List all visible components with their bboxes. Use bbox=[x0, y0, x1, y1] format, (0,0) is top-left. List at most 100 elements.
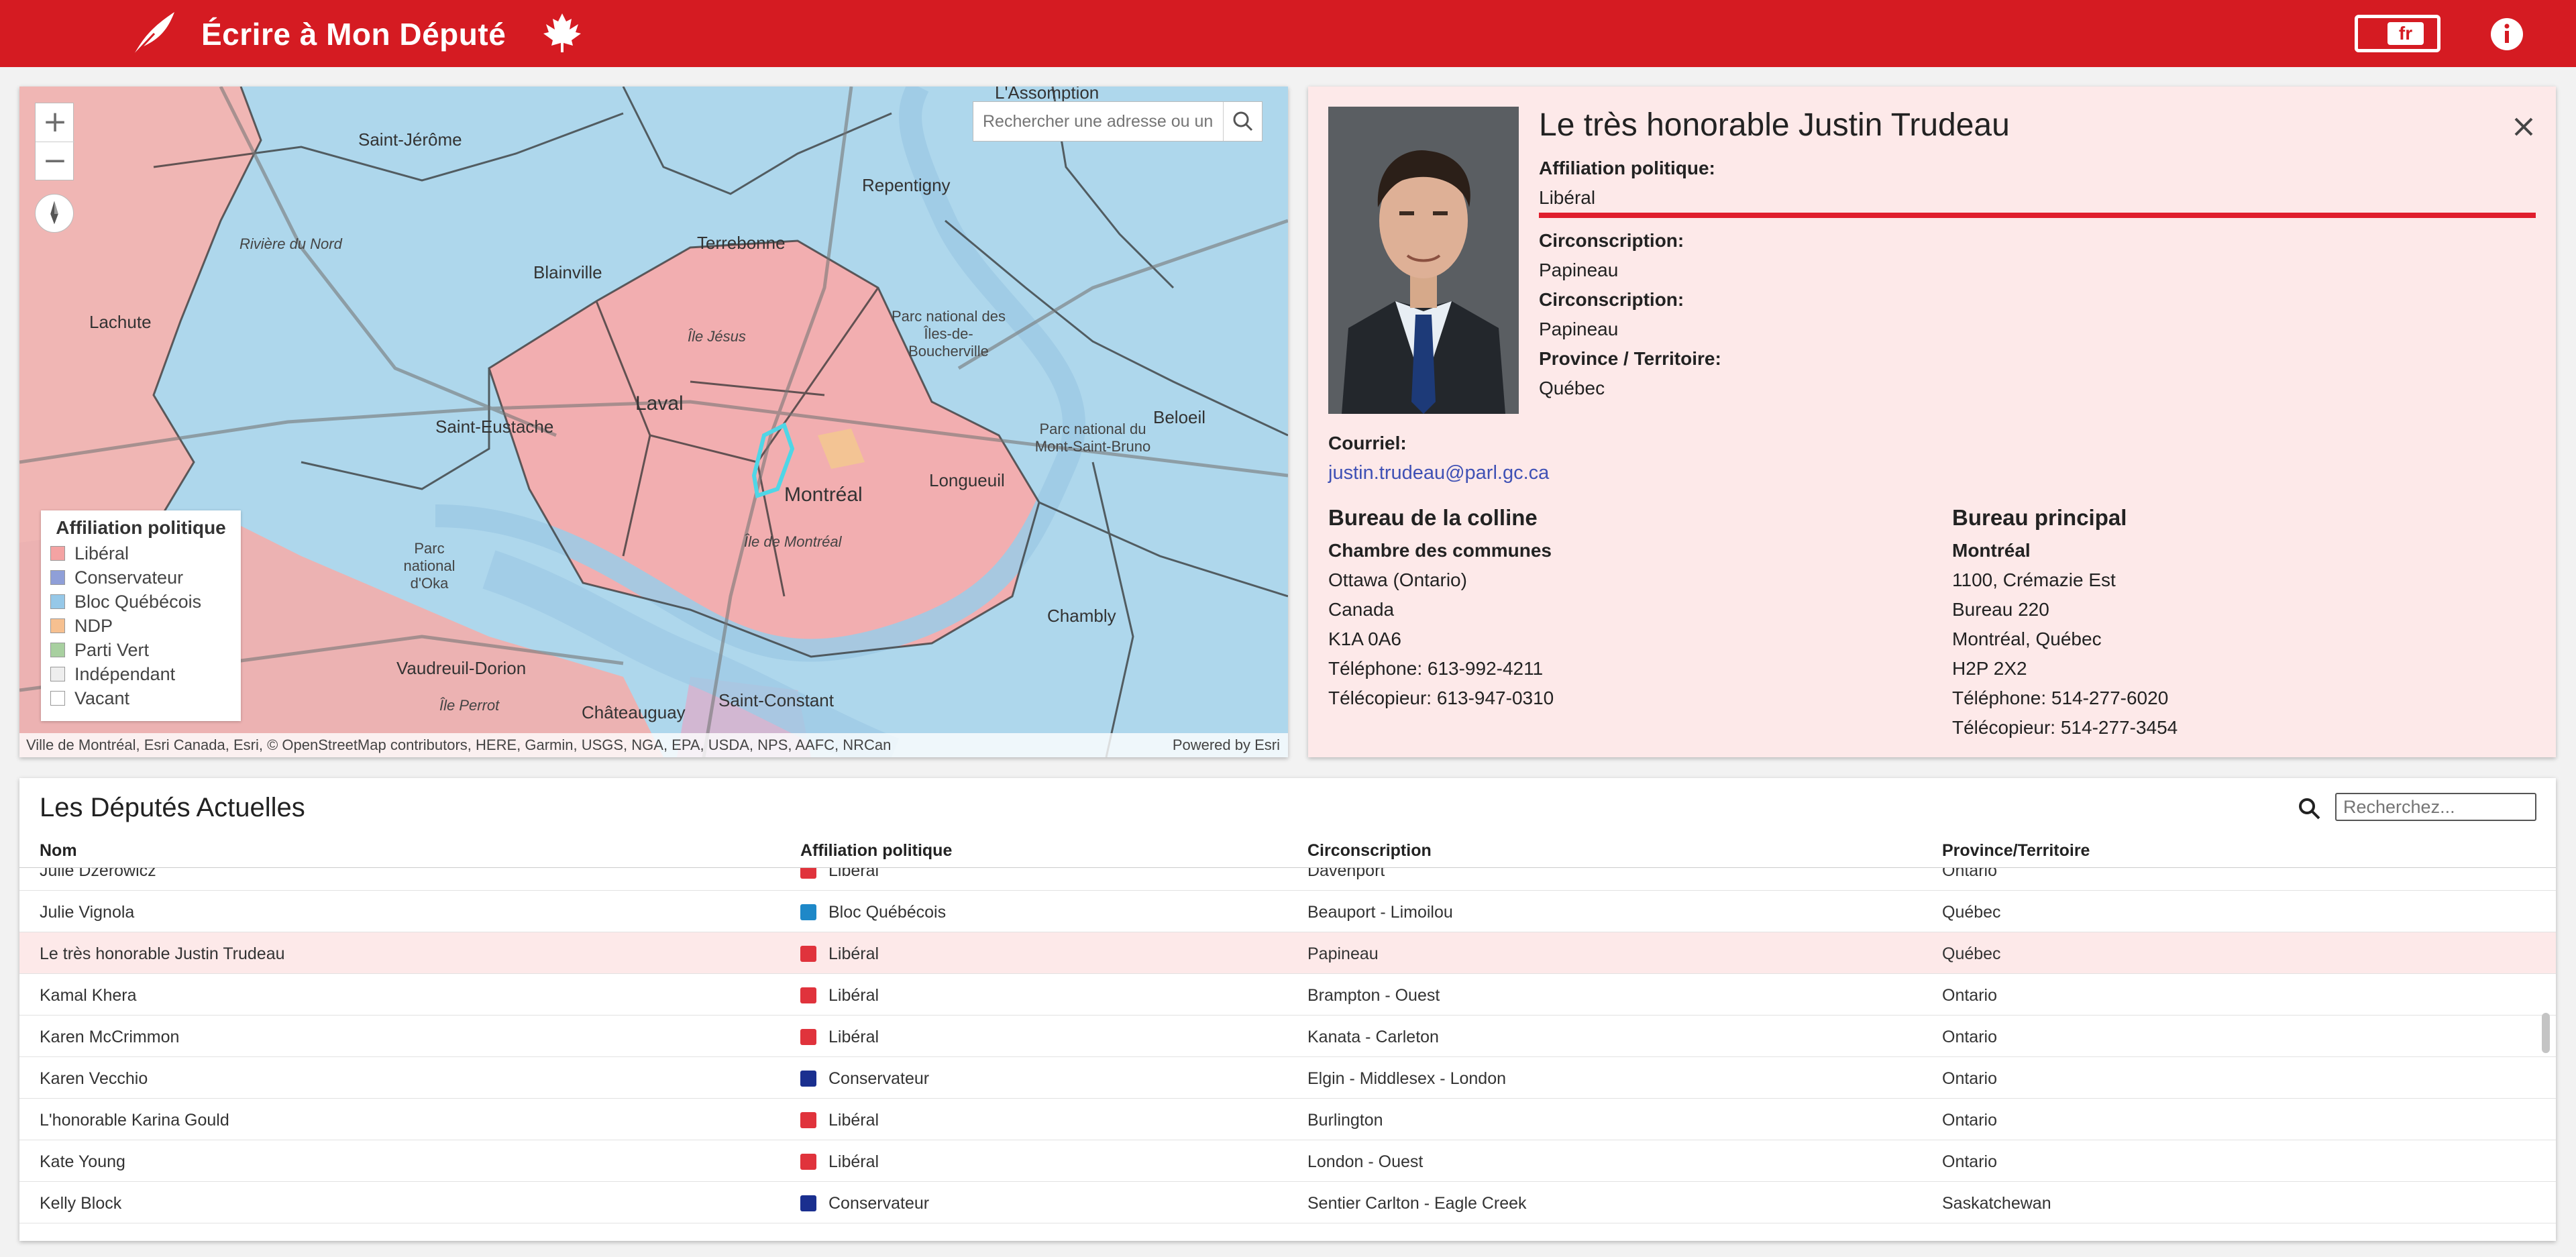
province-value: Québec bbox=[1539, 378, 1605, 398]
zoom-in-button[interactable]: + bbox=[36, 103, 74, 142]
party-color-swatch bbox=[800, 904, 816, 920]
cell-province: Québec bbox=[1942, 903, 2001, 922]
map-label-saint-constant: Saint-Constant bbox=[718, 690, 834, 710]
mp-photo bbox=[1328, 107, 1519, 414]
cell-riding: Brampton - Ouest bbox=[1307, 986, 1440, 1005]
map-view[interactable]: Saint-Jérôme Lachute Rivière du Nord Bla… bbox=[19, 87, 1288, 757]
cell-riding: Kanata - Carleton bbox=[1307, 1028, 1439, 1046]
cell-party: Conservateur bbox=[828, 1194, 930, 1213]
map-label-blainville: Blainville bbox=[533, 262, 602, 282]
riding-label-2: Circonscription: bbox=[1539, 289, 1684, 310]
riding-value: Papineau bbox=[1539, 260, 1619, 280]
legend-swatch bbox=[50, 643, 65, 657]
party-color-swatch bbox=[800, 1029, 816, 1045]
language-toggle-label: fr bbox=[2387, 22, 2424, 45]
table-scrollbar[interactable] bbox=[2542, 1013, 2550, 1053]
close-icon[interactable] bbox=[2510, 113, 2537, 140]
party-color-swatch bbox=[800, 1112, 816, 1128]
attribution-text: Ville de Montréal, Esri Canada, Esri, © … bbox=[26, 736, 892, 753]
cell-name: Julie Dzerowicz bbox=[40, 868, 156, 880]
main-office-fax: Télécopieur: 514-277-3454 bbox=[1952, 717, 2178, 738]
table-search-input[interactable] bbox=[2335, 793, 2536, 821]
map-label-saint-jerome: Saint-Jérôme bbox=[358, 129, 462, 150]
main-office-line2: Bureau 220 bbox=[1952, 599, 2049, 620]
map-label-montreal: Montréal bbox=[784, 484, 863, 506]
search-icon bbox=[1233, 111, 1253, 131]
cell-name: Le très honorable Justin Trudeau bbox=[40, 944, 285, 963]
column-header-name[interactable]: Nom bbox=[40, 841, 77, 861]
cell-name: Kamal Khera bbox=[40, 986, 137, 1005]
map-legend: Affiliation politique Libéral Conservateu… bbox=[41, 510, 241, 721]
cell-province: Ontario bbox=[1942, 868, 1997, 880]
cell-province: Ontario bbox=[1942, 1111, 1997, 1130]
main-office-title: Bureau principal bbox=[1952, 505, 2127, 530]
cell-name: Kelly Block bbox=[40, 1194, 122, 1213]
column-header-riding[interactable]: Circonscription bbox=[1307, 841, 1432, 861]
party-color-swatch bbox=[800, 987, 816, 1003]
app-title[interactable]: Écrire à Mon Député bbox=[201, 16, 506, 52]
riding-label: Circonscription: bbox=[1539, 230, 1684, 251]
table-row[interactable]: Karen McCrimmon Libéral Kanata - Carleton O… bbox=[19, 1016, 2556, 1057]
map-attribution: Ville de Montréal, Esri Canada, Esri, © … bbox=[19, 733, 1288, 757]
map-search-input[interactable] bbox=[973, 102, 1223, 141]
cell-province: Québec bbox=[1942, 944, 2001, 963]
mp-portrait bbox=[1328, 107, 1519, 414]
column-header-province[interactable]: Province/Territoire bbox=[1942, 841, 2090, 861]
cell-riding: Papineau bbox=[1307, 944, 1379, 963]
search-icon[interactable] bbox=[2296, 796, 2323, 822]
legend-label: Parti Vert bbox=[74, 639, 150, 660]
language-toggle[interactable]: fr bbox=[2355, 15, 2440, 52]
map-label-chambly: Chambly bbox=[1047, 606, 1116, 626]
hill-office-line3: K1A 0A6 bbox=[1328, 628, 1401, 649]
party-color-swatch bbox=[800, 1154, 816, 1170]
hill-office-phone: Téléphone: 613-992-4211 bbox=[1328, 658, 1544, 679]
cell-name: Karen Vecchio bbox=[40, 1069, 148, 1088]
email-link[interactable]: justin.trudeau@parl.gc.ca bbox=[1328, 462, 1549, 484]
party-label: Affiliation politique: bbox=[1539, 158, 1715, 178]
cell-party: Libéral bbox=[828, 944, 879, 963]
cell-party: Libéral bbox=[828, 1111, 879, 1130]
table-row[interactable]: Le très honorable Justin Trudeau Libéral P… bbox=[19, 932, 2556, 974]
legend-item: Vacant bbox=[50, 686, 231, 710]
mp-detail-card: Le très honorable Justin Trudeau Affilia… bbox=[1308, 87, 2556, 757]
map-search-button[interactable] bbox=[1223, 102, 1262, 141]
table-row[interactable]: Julie Vignola Bloc Québécois Beauport - Li… bbox=[19, 891, 2556, 932]
main-office-line4: H2P 2X2 bbox=[1952, 658, 2027, 679]
map-label-parc-mont-saint-bruno: Parc national du Mont-Saint-Bruno bbox=[1034, 421, 1151, 455]
cell-party: Conservateur bbox=[828, 1069, 930, 1088]
hill-office-fax: Télécopieur: 613-947-0310 bbox=[1328, 688, 1554, 708]
map-label-lachute: Lachute bbox=[89, 312, 152, 332]
map-label-beloeil: Beloeil bbox=[1153, 407, 1206, 427]
column-header-party[interactable]: Affiliation politique bbox=[800, 841, 952, 861]
cell-riding: Elgin - Middlesex - London bbox=[1307, 1069, 1506, 1088]
cell-party: Libéral bbox=[828, 1152, 879, 1171]
table-row[interactable]: Julie Dzerowicz Libéral Davenport Ontario bbox=[19, 868, 2556, 891]
party-color-swatch bbox=[800, 1195, 816, 1211]
map-label-ile-perrot: Île Perrot bbox=[439, 697, 500, 714]
legend-item: Conservateur bbox=[50, 565, 231, 590]
legend-swatch bbox=[50, 618, 65, 633]
map-label-vaudreuil-dorion: Vaudreuil-Dorion bbox=[396, 658, 527, 678]
map-label-ile-de-montreal: Île de Montréal bbox=[744, 533, 842, 550]
cell-province: Ontario bbox=[1942, 1152, 1997, 1171]
compass-button[interactable] bbox=[35, 194, 74, 233]
map-label-riviere-du-nord: Rivière du Nord bbox=[239, 235, 342, 252]
mp-table-card: Les Députés Actuelles Nom Affiliation po… bbox=[19, 778, 2556, 1241]
zoom-out-button[interactable]: − bbox=[36, 142, 74, 181]
table-row[interactable]: Karen Vecchio Conservateur Elgin - Middles… bbox=[19, 1057, 2556, 1099]
table-row[interactable]: Kate Young Libéral London - Ouest Ontario bbox=[19, 1140, 2556, 1182]
table-row[interactable]: Kelly Block Conservateur Sentier Carlton -… bbox=[19, 1182, 2556, 1223]
info-icon[interactable] bbox=[2490, 17, 2524, 51]
table-row[interactable]: L'honorable Karina Gould Libéral Burlingto… bbox=[19, 1099, 2556, 1140]
table-row[interactable]: Kamal Khera Libéral Brampton - Ouest Ontari… bbox=[19, 974, 2556, 1016]
legend-label: Indépendant bbox=[74, 663, 176, 684]
app-header: Écrire à Mon Député fr bbox=[0, 0, 2576, 67]
legend-swatch bbox=[50, 546, 65, 561]
mp-name: Le très honorable Justin Trudeau bbox=[1539, 107, 2010, 143]
legend-label: Vacant bbox=[74, 688, 130, 708]
party-color-swatch bbox=[800, 946, 816, 962]
map-label-longueuil: Longueuil bbox=[929, 470, 1005, 490]
powered-by-esri-link[interactable]: Powered by Esri bbox=[1173, 733, 1280, 757]
cell-name: Kate Young bbox=[40, 1152, 125, 1171]
cell-province: Ontario bbox=[1942, 1069, 1997, 1088]
